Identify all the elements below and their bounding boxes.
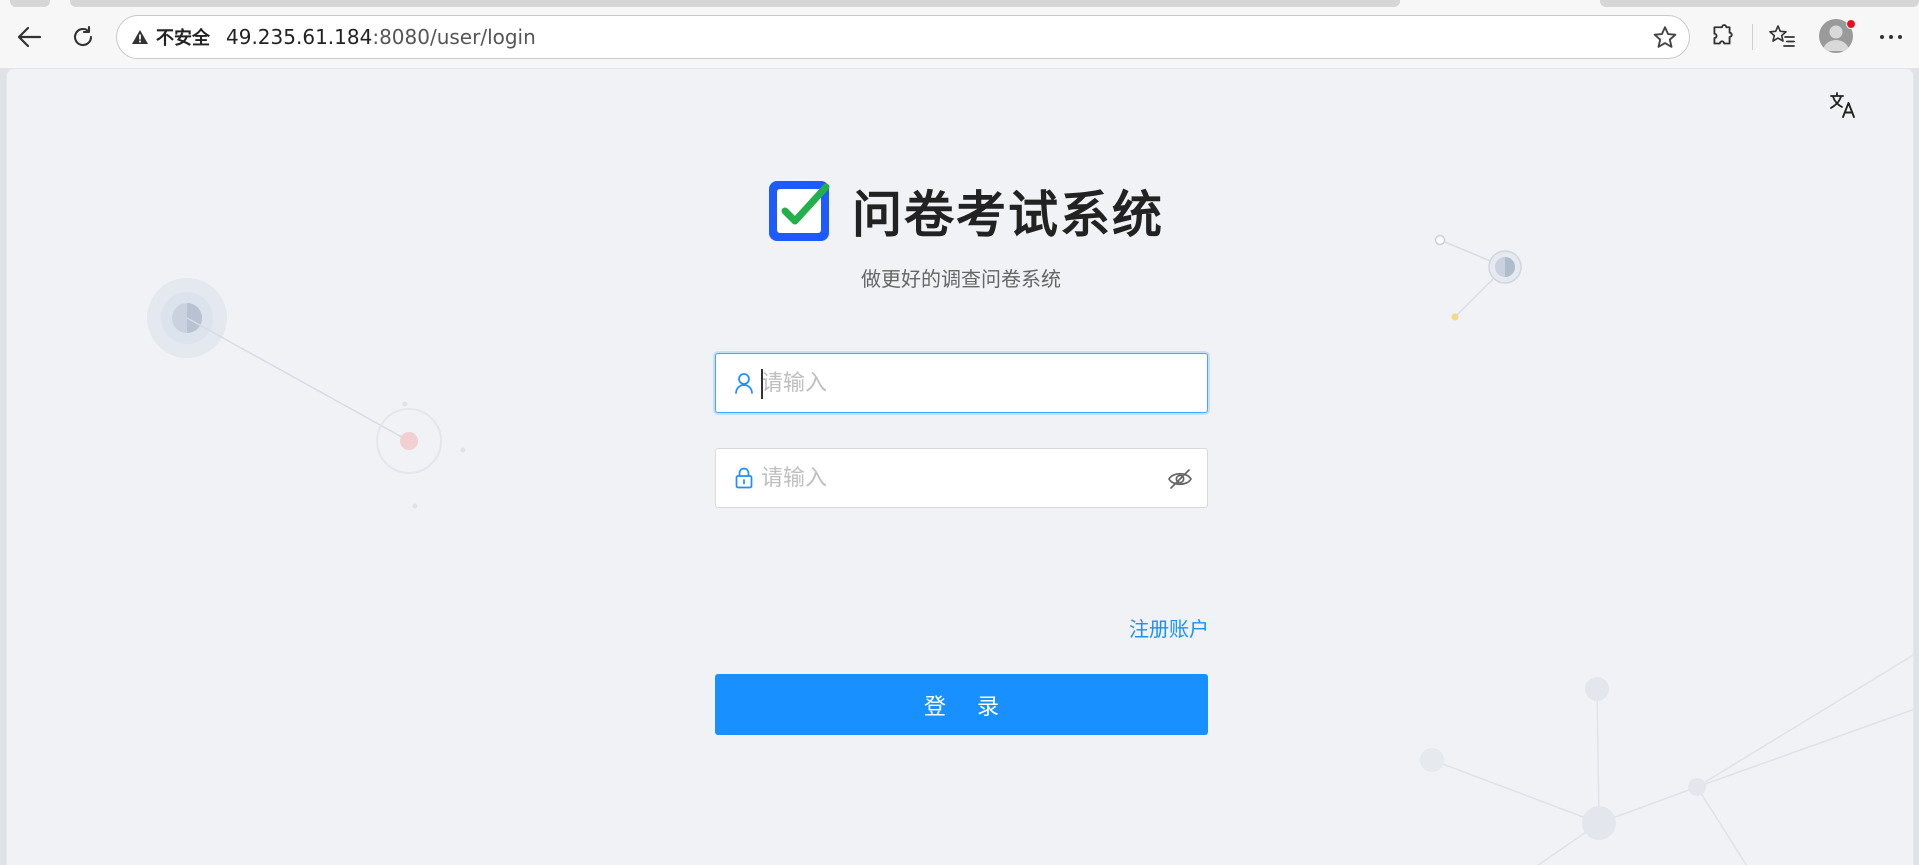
address-bar[interactable]: 不安全 49.235.61.184:8080/user/login (116, 15, 1690, 59)
extensions-icon (1713, 24, 1733, 45)
url-text[interactable]: 49.235.61.184:8080/user/login (226, 25, 536, 49)
eye-hidden-icon[interactable] (1167, 467, 1193, 491)
more-icon (1880, 35, 1902, 39)
url-path: :8080/user/login (372, 25, 536, 49)
login-page: 问卷考试系统 做更好的调查问卷系统 注册账户 登 录 (6, 68, 1914, 865)
notification-dot (1846, 19, 1856, 29)
login-button[interactable]: 登 录 (715, 674, 1208, 735)
app-subtitle: 做更好的调查问卷系统 (861, 267, 1061, 291)
username-input[interactable] (761, 363, 1141, 403)
back-icon (17, 26, 42, 48)
username-field[interactable] (715, 353, 1208, 413)
favorite-star-icon[interactable] (1651, 24, 1679, 52)
back-button[interactable] (10, 18, 48, 56)
password-field[interactable] (715, 448, 1208, 508)
user-icon (733, 372, 755, 394)
toolbar-divider (1752, 24, 1753, 50)
browser-toolbar: 不安全 49.235.61.184:8080/user/login (0, 0, 1919, 68)
favorites-icon (1769, 25, 1795, 47)
tab-inactive[interactable] (70, 0, 1400, 7)
text-caret (761, 369, 763, 399)
register-link[interactable]: 注册账户 (1129, 613, 1209, 642)
reload-button[interactable] (64, 18, 102, 56)
reload-icon (73, 25, 93, 46)
password-input[interactable] (761, 458, 1141, 498)
tab-inactive[interactable] (1600, 0, 1919, 7)
translate-icon (1830, 92, 1855, 118)
logo-row: 问卷考试系统 (7, 175, 1913, 247)
lock-icon (733, 467, 755, 489)
app-title: 问卷考试系统 (852, 186, 1164, 244)
security-label[interactable]: 不安全 (156, 24, 210, 50)
tab-edge (10, 0, 50, 7)
favorites-button[interactable] (1763, 18, 1801, 56)
extensions-button[interactable] (1703, 18, 1741, 56)
warning-icon[interactable] (130, 27, 150, 47)
language-switch-button[interactable] (1827, 89, 1859, 121)
more-button[interactable] (1872, 18, 1910, 56)
url-host: 49.235.61.184 (226, 25, 373, 49)
logo-checkbox-icon (769, 181, 830, 241)
